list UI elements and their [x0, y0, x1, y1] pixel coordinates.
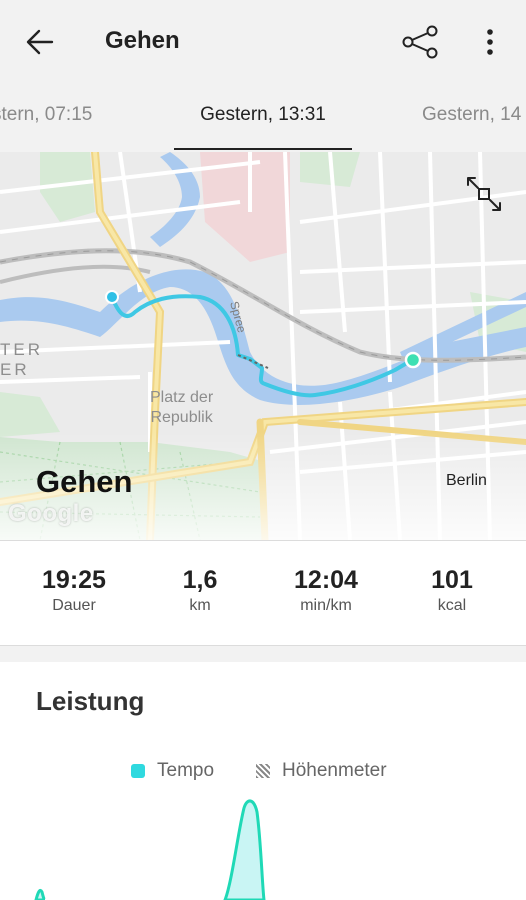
stat-calories-value: 101 — [431, 566, 473, 594]
tab-current-activity[interactable]: Gestern, 13:31 — [174, 104, 352, 126]
map-district-label-line1: TER — [0, 340, 43, 359]
route-end-marker — [404, 351, 422, 369]
activity-stats: 19:25 Dauer 1,6 km 12:04 min/km 101 kcal — [0, 540, 526, 646]
app-bar: Gehen — [0, 0, 526, 82]
share-icon — [402, 25, 438, 59]
date-tabs: stern, 07:15 Gestern, 13:31 Gestern, 14 — [0, 82, 526, 152]
tempo-curve — [223, 799, 266, 900]
stat-pace-value: 12:04 — [294, 566, 358, 594]
page-title: Gehen — [105, 27, 180, 54]
expand-icon — [467, 177, 501, 211]
arrow-left-icon — [26, 29, 54, 55]
performance-chart — [34, 799, 266, 900]
stat-pace-label: min/km — [300, 597, 352, 614]
tempo-curve — [34, 888, 46, 900]
legend-tempo-swatch — [131, 764, 145, 778]
map-district-label-line2: ER — [0, 360, 30, 379]
stat-duration-value: 19:25 — [42, 566, 106, 594]
performance-title: Leistung — [36, 686, 145, 716]
stat-duration: 19:25 Dauer — [19, 565, 129, 615]
map-place-label-line2: Republik — [150, 409, 213, 426]
tab-next-activity[interactable]: Gestern, 14 — [422, 104, 521, 126]
activity-title: Gehen — [36, 464, 133, 499]
more-vertical-icon — [487, 29, 493, 55]
stat-distance-value: 1,6 — [182, 566, 218, 594]
legend-elevation-label: Höhenmeter — [282, 760, 387, 781]
map-expand-button[interactable] — [462, 172, 506, 216]
stat-calories-label: kcal — [437, 597, 467, 614]
performance-card: Leistung Tempo Höhenmeter — [0, 662, 526, 900]
stat-distance: 1,6 km — [145, 565, 255, 615]
share-button[interactable] — [400, 22, 440, 62]
legend-tempo[interactable]: Tempo — [131, 760, 214, 782]
stat-distance-label: km — [189, 597, 211, 614]
legend-elevation[interactable]: Höhenmeter — [256, 760, 387, 782]
route-start-marker — [105, 290, 119, 304]
legend-tempo-label: Tempo — [157, 760, 215, 781]
chart-legend: Tempo Höhenmeter — [0, 760, 526, 784]
map-district-label: TER ER — [0, 340, 43, 380]
stat-pace: 12:04 min/km — [271, 565, 381, 615]
more-options-button[interactable] — [470, 22, 510, 62]
tab-previous-activity[interactable]: stern, 07:15 — [0, 104, 92, 126]
back-button[interactable] — [20, 22, 60, 62]
map-city-label: Berlin — [446, 472, 487, 489]
stat-calories: 101 kcal — [397, 565, 507, 615]
map-attribution: Google — [8, 500, 94, 527]
route-map[interactable]: Platz der Republik Spree TER ER Gehen Be… — [0, 152, 526, 540]
active-tab-indicator — [174, 148, 352, 150]
map-place-label-line1: Platz der — [150, 389, 214, 406]
map-place-label: Platz der Republik — [150, 388, 213, 428]
legend-elevation-swatch — [256, 764, 270, 778]
stat-duration-label: Dauer — [52, 597, 96, 614]
